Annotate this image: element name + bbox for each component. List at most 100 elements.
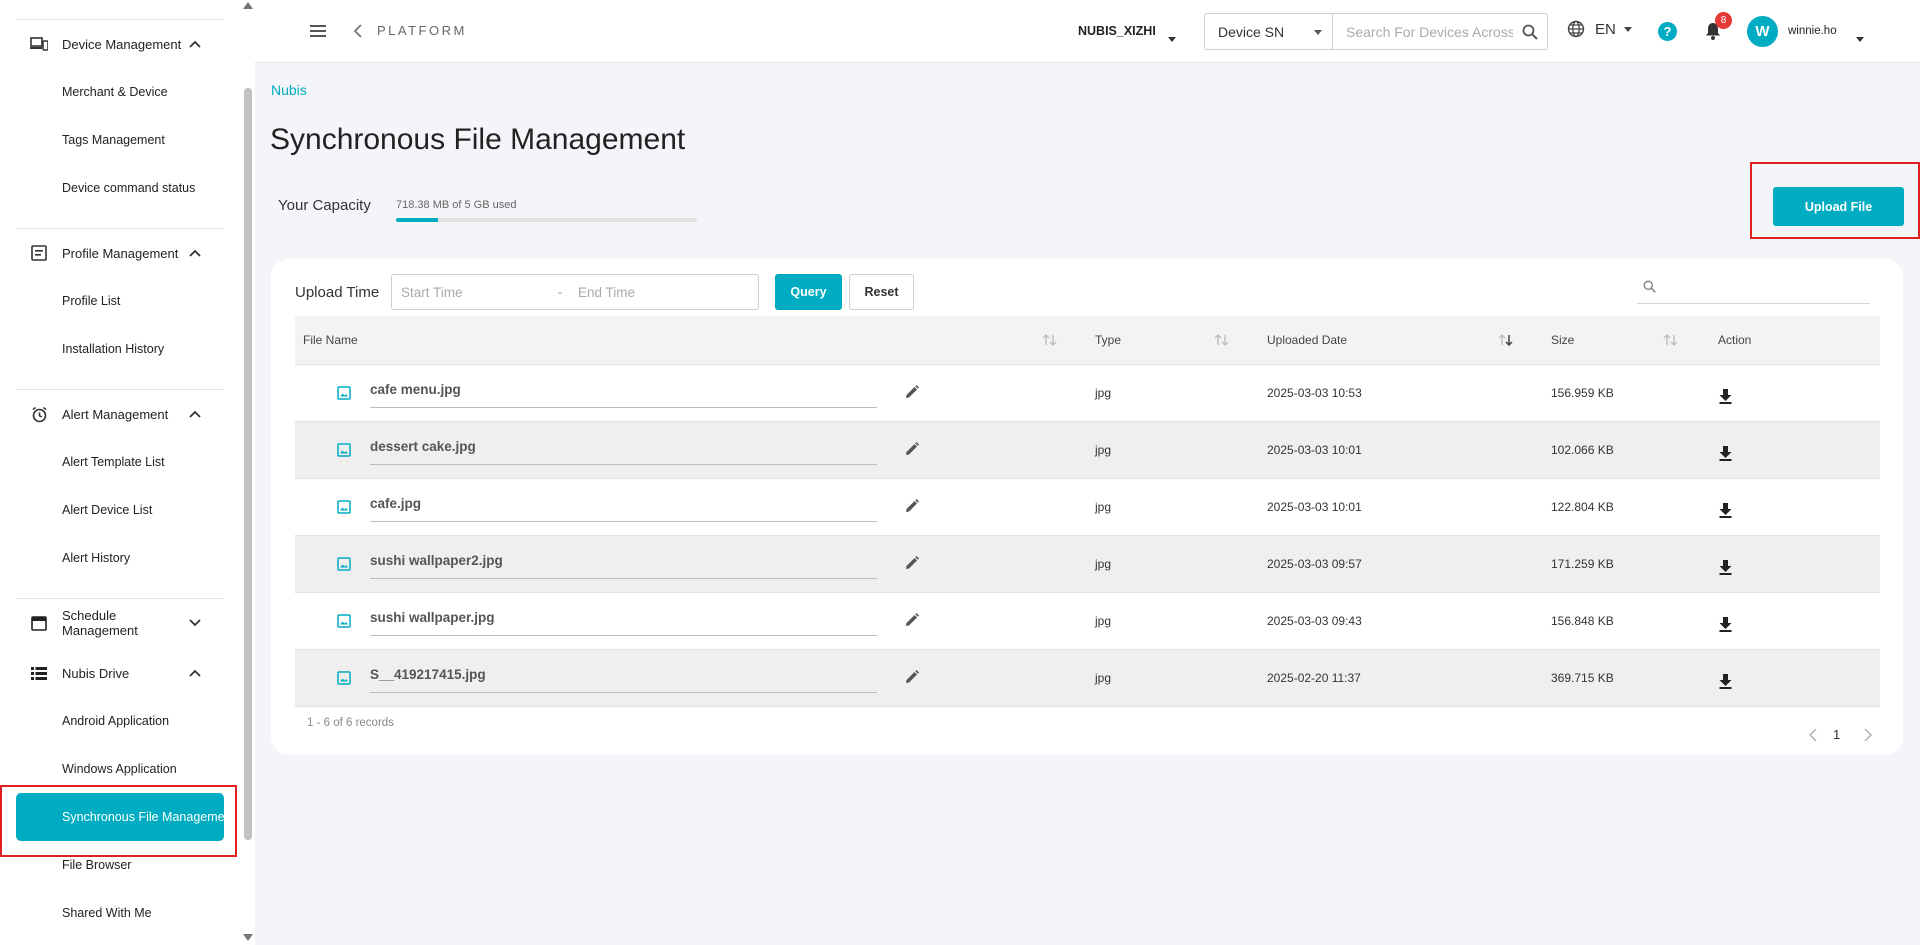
download-icon[interactable] [1719, 560, 1732, 580]
list-icon [30, 664, 48, 682]
reset-button[interactable]: Reset [849, 274, 914, 310]
edit-pencil-icon[interactable] [905, 556, 919, 575]
range-separator: - [558, 285, 562, 299]
username[interactable]: winnie.ho [1788, 25, 1837, 37]
active-item-highlight [0, 785, 237, 857]
scroll-down-arrow-icon[interactable] [243, 934, 253, 941]
download-icon[interactable] [1719, 503, 1732, 523]
uploaded-date: 2025-03-03 09:57 [1267, 557, 1362, 571]
sidebar-group-profile-management[interactable]: Profile Management [16, 229, 224, 277]
sidebar-group-label: Schedule Management [62, 608, 138, 638]
table-header: File Name Type Uploaded Date Size Action [295, 316, 1880, 365]
column-header-file-name[interactable]: File Name [303, 333, 358, 347]
table-row: sushi wallpaper.jpg jpg 2025-03-03 09:43 15… [295, 593, 1880, 650]
caret-down-icon [1314, 30, 1322, 35]
file-name-field[interactable]: sushi wallpaper.jpg [370, 605, 877, 636]
language-selector[interactable]: EN [1567, 20, 1632, 38]
sidebar-group-label: Profile Management [62, 245, 179, 261]
uploaded-date: 2025-03-03 10:01 [1267, 443, 1362, 457]
column-header-type[interactable]: Type [1095, 333, 1121, 347]
breadcrumb[interactable]: Nubis [271, 82, 307, 98]
table-search-input[interactable] [1665, 279, 1865, 294]
sidebar-item-alert-history[interactable]: Alert History [16, 538, 224, 578]
edit-pencil-icon[interactable] [905, 385, 919, 404]
sidebar-scrollbar[interactable] [243, 0, 253, 945]
file-name-field[interactable]: cafe.jpg [370, 491, 877, 522]
uploaded-date: 2025-03-03 10:53 [1267, 386, 1362, 400]
sidebar: Device Management Merchant & Device Tags… [0, 0, 255, 945]
edit-pencil-icon[interactable] [905, 499, 919, 518]
sidebar-group-label: Nubis Drive [62, 665, 130, 681]
sidebar-item-profile-list[interactable]: Profile List [16, 281, 224, 321]
query-button[interactable]: Query [775, 274, 842, 310]
notification-badge: 8 [1715, 12, 1732, 29]
end-time-input[interactable] [568, 284, 748, 300]
caret-down-icon [1623, 26, 1632, 32]
download-icon[interactable] [1719, 389, 1732, 409]
sidebar-item-device-command-status[interactable]: Device command status [16, 168, 224, 208]
help-icon[interactable]: ? [1658, 22, 1677, 41]
download-icon[interactable] [1719, 617, 1732, 637]
sidebar-item-windows-application[interactable]: Windows Application [16, 749, 224, 789]
file-name-field[interactable]: sushi wallpaper2.jpg [370, 548, 877, 579]
image-file-icon [337, 443, 351, 462]
merchant-selector[interactable]: NUBIS_XIZHI [1078, 24, 1156, 38]
sidebar-item-merchant-device[interactable]: Merchant & Device [16, 72, 224, 112]
sidebar-item-shared-with-me[interactable]: Shared With Me [16, 893, 224, 933]
sort-icon[interactable] [1042, 333, 1058, 351]
image-file-icon [337, 500, 351, 519]
file-type: jpg [1095, 671, 1112, 685]
edit-pencil-icon[interactable] [905, 613, 919, 632]
dashboard-icon[interactable] [34, 0, 48, 4]
sort-icon[interactable] [1663, 333, 1679, 351]
language-value: EN [1595, 20, 1616, 38]
file-size: 156.848 KB [1551, 614, 1614, 628]
sidebar-item-alert-device-list[interactable]: Alert Device List [16, 490, 224, 530]
sidebar-item-alert-template-list[interactable]: Alert Template List [16, 442, 224, 482]
chevron-right-icon[interactable] [1863, 728, 1873, 747]
table-row: S__419217415.jpg jpg 2025-02-20 11:37 369.7… [295, 650, 1880, 707]
upload-file-button[interactable]: Upload File [1773, 187, 1904, 226]
table-row: dessert cake.jpg jpg 2025-03-03 10:01 102.0… [295, 422, 1880, 479]
column-header-size[interactable]: Size [1551, 333, 1574, 347]
chevron-left-icon[interactable] [353, 24, 365, 38]
edit-pencil-icon[interactable] [905, 442, 919, 461]
caret-down-icon[interactable] [1856, 29, 1864, 47]
column-header-uploaded-date[interactable]: Uploaded Date [1267, 333, 1347, 347]
sidebar-item-tags-management[interactable]: Tags Management [16, 120, 224, 160]
chevron-up-icon [186, 664, 204, 682]
search-type-select[interactable]: Device SN [1205, 14, 1333, 49]
capacity-label: Your Capacity [278, 197, 371, 214]
chevron-left-icon[interactable] [1808, 728, 1818, 747]
file-size: 102.066 KB [1551, 443, 1614, 457]
sidebar-group-device-management[interactable]: Device Management [16, 20, 224, 68]
file-name-field[interactable]: S__419217415.jpg [370, 662, 877, 693]
scrollbar-thumb[interactable] [244, 88, 252, 840]
sort-desc-icon[interactable] [1498, 333, 1514, 351]
sidebar-item-android-application[interactable]: Android Application [16, 701, 224, 741]
sidebar-group-schedule-management[interactable]: Schedule Management [16, 599, 224, 647]
file-type: jpg [1095, 443, 1112, 457]
device-search-input[interactable] [1333, 14, 1513, 49]
search-icon [1643, 280, 1656, 298]
sidebar-item-installation-history[interactable]: Installation History [16, 329, 224, 369]
current-page[interactable]: 1 [1833, 727, 1840, 742]
search-icon[interactable] [1513, 14, 1547, 49]
devices-icon [30, 35, 48, 53]
search-type-value: Device SN [1218, 23, 1285, 40]
file-type: jpg [1095, 500, 1112, 514]
sort-icon[interactable] [1214, 333, 1230, 351]
file-name-field[interactable]: dessert cake.jpg [370, 434, 877, 465]
download-icon[interactable] [1719, 674, 1732, 694]
hamburger-menu-icon[interactable] [310, 25, 326, 37]
sidebar-group-nubis-drive[interactable]: Nubis Drive [16, 649, 224, 697]
file-name-field[interactable]: cafe menu.jpg [370, 377, 877, 408]
sidebar-group-alert-management[interactable]: Alert Management [16, 390, 224, 438]
globe-icon [1567, 20, 1585, 38]
start-time-input[interactable] [392, 284, 552, 300]
scroll-up-arrow-icon[interactable] [243, 2, 253, 9]
caret-down-icon[interactable] [1168, 29, 1176, 47]
download-icon[interactable] [1719, 446, 1732, 466]
edit-pencil-icon[interactable] [905, 670, 919, 689]
avatar[interactable]: W [1747, 16, 1778, 47]
